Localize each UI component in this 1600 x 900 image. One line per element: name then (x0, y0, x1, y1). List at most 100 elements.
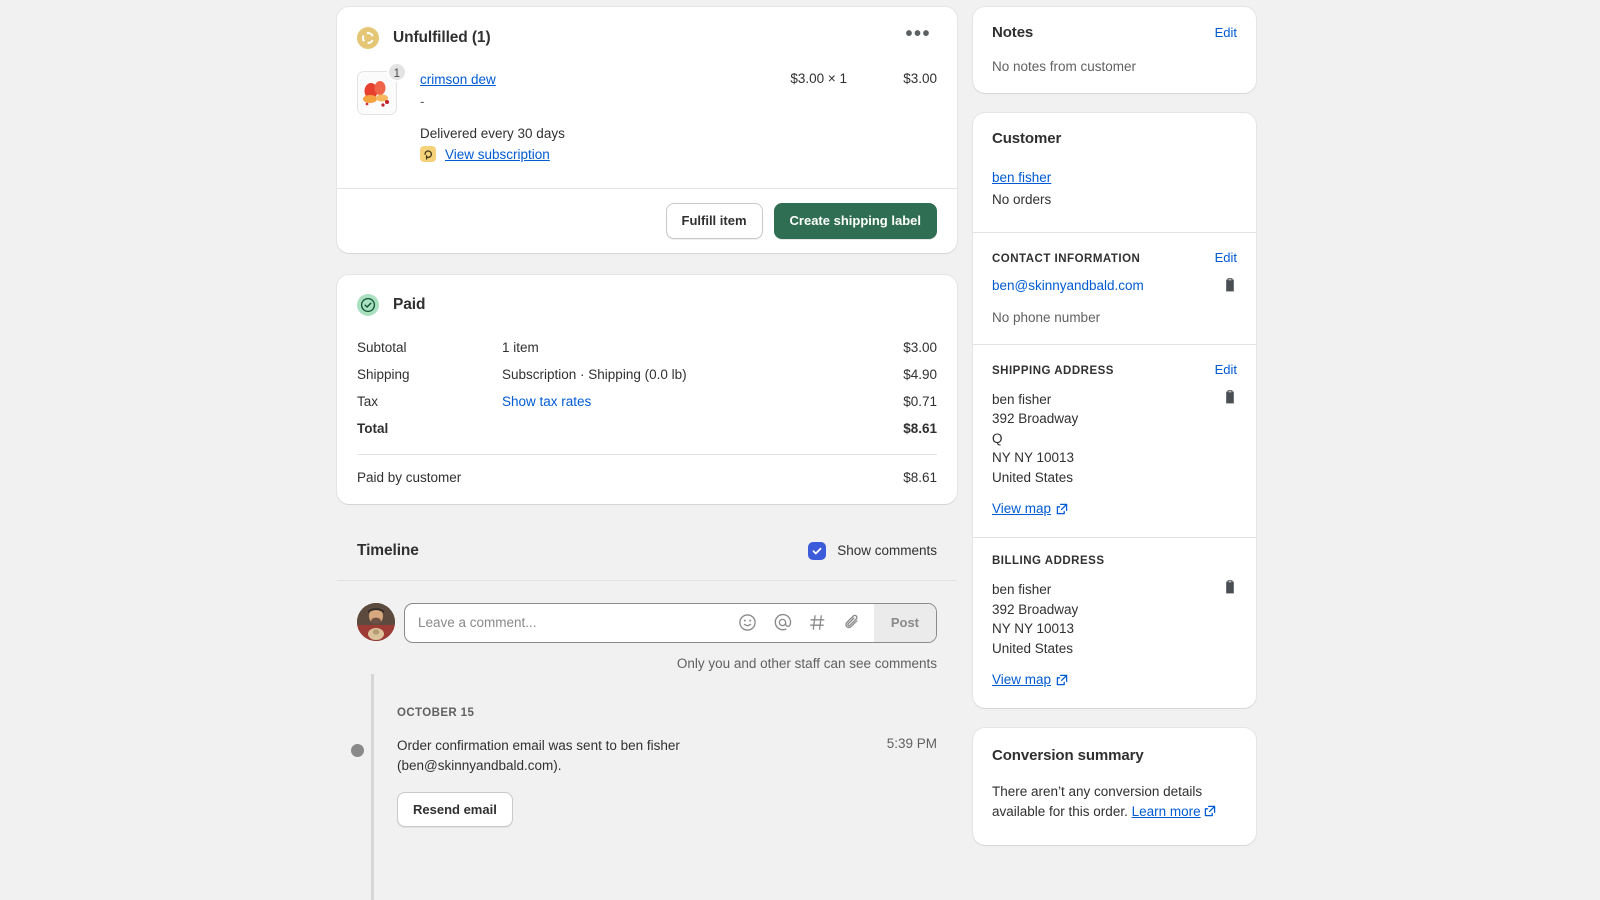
summary-row-subtotal: Subtotal 1 item $3.00 (357, 334, 937, 361)
paid-check-icon (357, 293, 379, 316)
summary-detail (502, 421, 817, 436)
paperclip-icon[interactable] (843, 613, 862, 632)
paid-by-customer-amount: $8.61 (903, 469, 937, 485)
composer-icon-group (738, 613, 874, 632)
summary-detail: 1 item (502, 339, 539, 355)
timeline-section: Timeline Show comments Leave a comment..… (337, 526, 957, 828)
shipping-view-map-link[interactable]: View map (992, 501, 1068, 516)
fulfillment-header: Unfulfilled (1) ••• (337, 7, 957, 57)
external-link-icon (1204, 805, 1216, 817)
comment-visibility-hint: Only you and other staff can see comment… (676, 655, 937, 671)
summary-label: Subtotal (357, 339, 407, 355)
billing-line-4: United States (992, 640, 1074, 656)
comment-input[interactable] (418, 615, 738, 631)
summary-label: Shipping (357, 366, 410, 382)
customer-title: Customer (992, 130, 1062, 147)
side-column: Notes Edit No notes from customer Custom… (973, 0, 1256, 900)
billing-line-1: ben fisher (992, 582, 1052, 597)
customer-orders-count: No orders (992, 192, 1052, 207)
create-shipping-label-button[interactable]: Create shipping label (773, 203, 937, 239)
summary-label: Tax (357, 393, 379, 409)
line-item-thumbnail-wrap: 1 (357, 62, 407, 162)
line-item: 1 crimson dew - $3.00 × 1 $3.00 Delivere… (337, 57, 957, 188)
summary-amount: $3.00 (903, 339, 937, 355)
copy-icon[interactable] (1223, 580, 1237, 600)
mention-icon[interactable] (773, 613, 792, 632)
billing-view-map-label: View map (992, 672, 1052, 687)
billing-line-2: 392 Broadway (992, 601, 1079, 617)
notes-empty-text: No notes from customer (992, 59, 1137, 74)
payment-card: Paid Subtotal 1 item $3.00 Shipping Subs… (337, 274, 957, 504)
summary-label: Total (357, 420, 389, 436)
timeline-event-body: Order confirmation email was sent to ben… (397, 736, 887, 828)
comment-input-box[interactable]: Post (404, 602, 937, 643)
billing-view-map-link[interactable]: View map (992, 672, 1068, 687)
customer-name-link[interactable]: ben fisher (992, 170, 1051, 185)
show-comments-toggle[interactable]: Show comments (808, 541, 937, 560)
shipping-address-section: SHIPPING ADDRESS Edit ben fisher 392 Bro… (973, 343, 1256, 538)
show-tax-rates-link[interactable]: Show tax rates (502, 394, 591, 409)
shipping-line-3: Q (992, 430, 1003, 446)
contact-edit-link[interactable]: Edit (1215, 250, 1237, 265)
billing-address-section: BILLING ADDRESS ben fisher 392 Broadway … (973, 537, 1256, 708)
copy-icon[interactable] (1223, 389, 1237, 410)
summary-amount: $8.61 (903, 420, 937, 436)
customer-email-link[interactable]: ben@skinnyandbald.com (992, 278, 1215, 293)
summary-row-total: Total $8.61 (357, 415, 937, 442)
line-item-top-row: crimson dew - $3.00 × 1 $3.00 (420, 71, 937, 109)
summary-row-shipping: Shipping Subscription · Shipping (0.0 lb… (357, 361, 937, 388)
emoji-icon[interactable] (738, 613, 757, 632)
shipping-address-heading: SHIPPING ADDRESS (992, 364, 1114, 377)
line-item-subscription-text: Delivered every 30 days (420, 126, 565, 141)
paid-by-customer-row: Paid by customer $8.61 (337, 455, 957, 504)
view-subscription-link[interactable]: View subscription (445, 147, 550, 162)
copy-icon[interactable] (1223, 277, 1237, 298)
shipping-view-map-label: View map (992, 501, 1052, 516)
contact-information-heading: CONTACT INFORMATION (992, 252, 1141, 265)
timeline-title: Timeline (357, 541, 419, 559)
line-item-subscription-row: View subscription (420, 146, 937, 162)
summary-amount: $0.71 (903, 393, 937, 409)
billing-line-3: NY NY 10013 (992, 621, 1075, 636)
paid-by-customer-label: Paid by customer (357, 469, 462, 485)
conversion-learn-more-link[interactable]: Learn more (1132, 804, 1201, 819)
hashtag-icon[interactable] (808, 613, 827, 632)
fulfill-item-button[interactable]: Fulfill item (665, 203, 763, 239)
main-column: Unfulfilled (1) ••• 1 crimson dew - $3.0… (337, 0, 957, 900)
resend-email-button[interactable]: Resend email (397, 791, 513, 828)
payment-title: Paid (393, 295, 426, 313)
fulfillment-title: Unfulfilled (1) (393, 29, 491, 46)
billing-address-lines: ben fisher 392 Broadway NY NY 10013 Unit… (992, 580, 1215, 658)
summary-row-tax: Tax Show tax rates $0.71 (357, 388, 937, 415)
payment-summary-table: Subtotal 1 item $3.00 Shipping Subscript… (337, 326, 957, 455)
conversion-summary-card: Conversion summary There aren’t any conv… (973, 728, 1256, 845)
timeline-event: Order confirmation email was sent to ben… (337, 719, 957, 828)
kebab-menu-icon[interactable]: ••• (899, 24, 937, 51)
timeline-event-text: Order confirmation email was sent to ben… (397, 737, 680, 773)
line-item-total-price: $3.00 (903, 71, 937, 86)
timeline-track-line (371, 674, 374, 900)
post-comment-button[interactable]: Post (873, 603, 936, 642)
timeline-header: Timeline Show comments (337, 541, 957, 560)
shipping-address-lines: ben fisher 392 Broadway Q NY NY 10013 Un… (992, 390, 1215, 488)
external-link-icon (1056, 503, 1068, 515)
show-comments-checkbox[interactable] (808, 541, 827, 560)
customer-phone: No phone number (992, 309, 1101, 325)
external-link-icon (1056, 674, 1068, 686)
notes-title: Notes (992, 24, 1034, 41)
billing-address-heading: BILLING ADDRESS (992, 555, 1105, 567)
line-item-product-link[interactable]: crimson dew (420, 72, 496, 87)
notes-card: Notes Edit No notes from customer (973, 7, 1256, 93)
shipping-line-1: ben fisher (992, 391, 1052, 407)
customer-card: Customer ben fisher No orders CONTACT IN… (973, 113, 1256, 708)
notes-edit-link[interactable]: Edit (1215, 25, 1237, 40)
show-comments-label: Show comments (837, 543, 937, 559)
line-item-quantity-badge: 1 (386, 62, 407, 82)
summary-detail: Subscription · Shipping (0.0 lb) (502, 366, 687, 382)
subscription-badge-icon (420, 146, 436, 162)
payment-header: Paid (337, 275, 957, 326)
contact-information-section: CONTACT INFORMATION Edit ben@skinnyandba… (973, 231, 1256, 344)
shipping-edit-link[interactable]: Edit (1215, 362, 1237, 377)
fulfillment-actions: Fulfill item Create shipping label (337, 188, 957, 253)
staff-avatar (357, 602, 395, 641)
